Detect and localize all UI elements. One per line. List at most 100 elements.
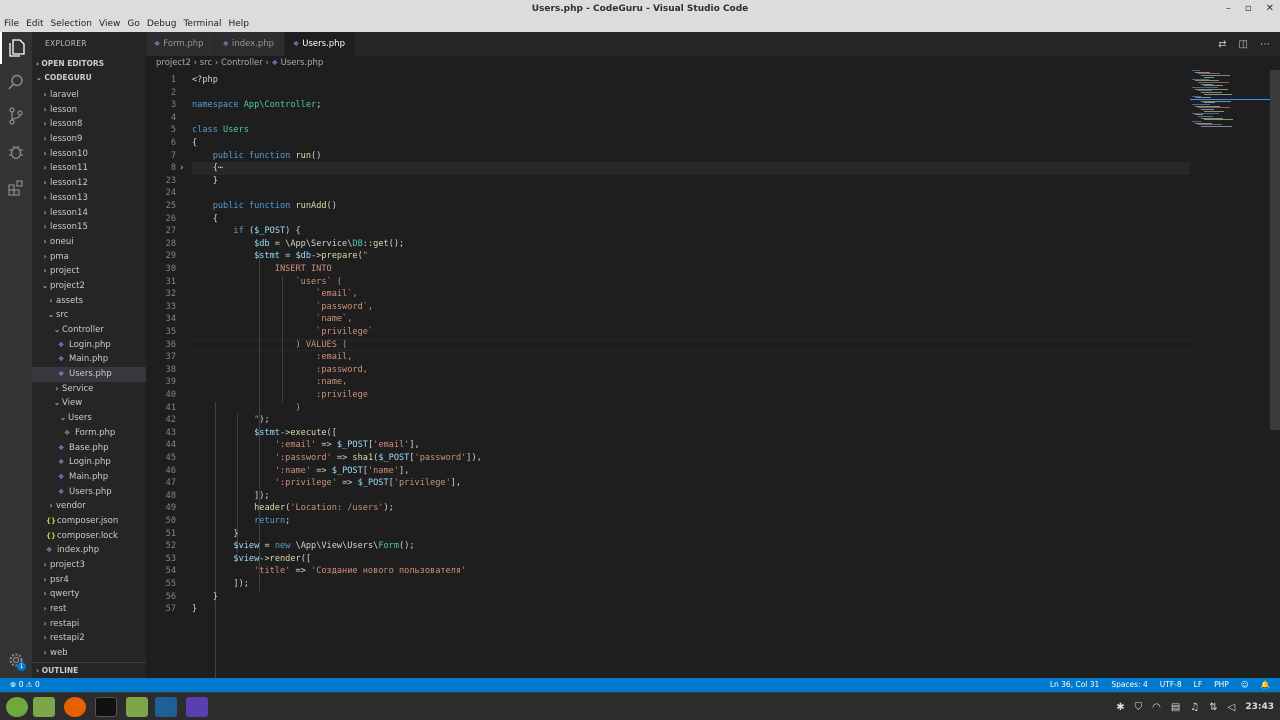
- line-number[interactable]: 51: [146, 528, 176, 541]
- files-icon[interactable]: [126, 697, 148, 717]
- tree-item[interactable]: › Service: [32, 382, 146, 397]
- menu-view[interactable]: View: [99, 18, 120, 32]
- tree-item[interactable]: ⌄ Controller: [32, 323, 146, 338]
- code-line[interactable]: return;: [192, 515, 290, 528]
- line-number[interactable]: 4: [146, 112, 176, 125]
- tree-item[interactable]: ⌄ src: [32, 308, 146, 323]
- line-number[interactable]: 30: [146, 263, 176, 276]
- code-line[interactable]: `name`,: [192, 313, 352, 326]
- tree-item[interactable]: ❖ index.php: [32, 543, 146, 558]
- line-number[interactable]: 36: [146, 339, 176, 352]
- language-mode[interactable]: PHP: [1214, 678, 1229, 692]
- tree-item[interactable]: › pma: [32, 250, 146, 265]
- tree-item[interactable]: › lesson13: [32, 191, 146, 206]
- code-line[interactable]: `users` (: [192, 276, 342, 289]
- tree-item[interactable]: › web: [32, 646, 146, 661]
- code-line[interactable]: ]);: [192, 578, 249, 591]
- line-number[interactable]: 50: [146, 515, 176, 528]
- clock[interactable]: 23:43: [1245, 702, 1274, 712]
- code-line[interactable]: namespace App\Controller;: [192, 99, 321, 112]
- bluetooth-icon[interactable]: ✱: [1116, 702, 1124, 713]
- menu-file[interactable]: File: [4, 18, 19, 32]
- line-number[interactable]: 52: [146, 540, 176, 553]
- music-icon[interactable]: ♫: [1190, 702, 1199, 713]
- line-number[interactable]: 38: [146, 364, 176, 377]
- firefox-icon[interactable]: [64, 697, 86, 717]
- line-number[interactable]: 32: [146, 288, 176, 301]
- tree-item[interactable]: ❖ Users.php: [32, 367, 146, 382]
- line-number[interactable]: 3: [146, 99, 176, 112]
- tree-item[interactable]: ⌄ View: [32, 396, 146, 411]
- tree-item[interactable]: › qwerty: [32, 587, 146, 602]
- tree-item[interactable]: › assets: [32, 294, 146, 309]
- line-number[interactable]: 46: [146, 465, 176, 478]
- more-actions-icon[interactable]: ⋯: [1260, 39, 1270, 50]
- line-number[interactable]: 40: [146, 389, 176, 402]
- code-line[interactable]: $view->render([: [192, 553, 311, 566]
- workspace-section[interactable]: ⌄ CODEGURU: [32, 70, 92, 85]
- tree-item[interactable]: › lesson12: [32, 176, 146, 191]
- menu-debug[interactable]: Debug: [147, 18, 177, 32]
- line-number[interactable]: 28: [146, 238, 176, 251]
- menu-selection[interactable]: Selection: [51, 18, 92, 32]
- minimize-icon[interactable]: –: [1226, 0, 1231, 18]
- show-desktop-icon[interactable]: [33, 697, 55, 717]
- code-line[interactable]: header('Location: /users');: [192, 502, 394, 515]
- fold-chevron-icon[interactable]: ›: [179, 162, 184, 175]
- tree-item[interactable]: ❖ Form.php: [32, 426, 146, 441]
- tree-item[interactable]: › lesson10: [32, 147, 146, 162]
- search-icon[interactable]: [0, 66, 32, 98]
- problems-indicator[interactable]: ⊗ 0 ⚠ 0: [10, 678, 40, 692]
- line-number[interactable]: 24: [146, 187, 176, 200]
- tree-item[interactable]: {}composer.lock: [32, 529, 146, 544]
- line-number[interactable]: 48: [146, 490, 176, 503]
- line-number[interactable]: 39: [146, 376, 176, 389]
- tree-item[interactable]: ❖ Login.php: [32, 338, 146, 353]
- line-number[interactable]: 43: [146, 427, 176, 440]
- line-number[interactable]: 41: [146, 402, 176, 415]
- notifications-bell-icon[interactable]: 🔔: [1261, 678, 1270, 692]
- extensions-icon[interactable]: [0, 172, 32, 204]
- feedback-icon[interactable]: ☺: [1241, 678, 1249, 692]
- code-line[interactable]: `privilege`: [192, 326, 373, 339]
- tree-item[interactable]: › lesson8: [32, 117, 146, 132]
- line-number[interactable]: 8: [146, 162, 176, 175]
- line-number[interactable]: 34: [146, 313, 176, 326]
- code-line[interactable]: ':privilege' => $_POST['privilege'],: [192, 477, 461, 490]
- code-line[interactable]: 'title' => 'Создание нового пользователя…: [192, 565, 466, 578]
- code-line[interactable]: ]);: [192, 490, 270, 503]
- mint-menu-icon[interactable]: [6, 697, 28, 717]
- code-line[interactable]: {: [192, 137, 197, 150]
- tree-item[interactable]: › psr4: [32, 573, 146, 588]
- code-editor[interactable]: 1 <?php 2 3 namespace App\Controller; 4 5 class…: [146, 70, 1280, 704]
- tree-item[interactable]: › rest: [32, 602, 146, 617]
- code-line[interactable]: ) VALUES (: [192, 339, 347, 352]
- line-number[interactable]: 53: [146, 553, 176, 566]
- line-number[interactable]: 1: [146, 74, 176, 87]
- tree-item[interactable]: › project: [32, 264, 146, 279]
- tree-item[interactable]: › restapi2: [32, 631, 146, 646]
- tree-item[interactable]: ❖ Base.php: [32, 441, 146, 456]
- tree-item[interactable]: ❖ Main.php: [32, 352, 146, 367]
- open-changes-icon[interactable]: ⇄: [1218, 39, 1226, 50]
- line-number[interactable]: 23: [146, 175, 176, 188]
- tree-item[interactable]: › laravel: [32, 88, 146, 103]
- code-line[interactable]: class Users: [192, 124, 249, 137]
- tree-item[interactable]: › lesson15: [32, 220, 146, 235]
- editor-scrollbar[interactable]: [1270, 70, 1280, 430]
- code-line[interactable]: {: [192, 213, 218, 226]
- volume-icon[interactable]: ◁: [1228, 702, 1236, 713]
- line-number[interactable]: 57: [146, 603, 176, 616]
- tree-item[interactable]: › oneui: [32, 235, 146, 250]
- line-number[interactable]: 25: [146, 200, 176, 213]
- line-number[interactable]: 6: [146, 137, 176, 150]
- tree-item[interactable]: ⌄ project2: [32, 279, 146, 294]
- line-number[interactable]: 2: [146, 87, 176, 100]
- line-number[interactable]: 56: [146, 591, 176, 604]
- code-line[interactable]: ':email' => $_POST['email'],: [192, 439, 420, 452]
- keyboard-flag-icon[interactable]: ▤: [1171, 702, 1180, 713]
- debug-icon[interactable]: [0, 136, 32, 168]
- cursor-position[interactable]: Ln 36, Col 31: [1050, 678, 1099, 692]
- tree-item[interactable]: › project3: [32, 558, 146, 573]
- tree-item[interactable]: {}composer.json: [32, 514, 146, 529]
